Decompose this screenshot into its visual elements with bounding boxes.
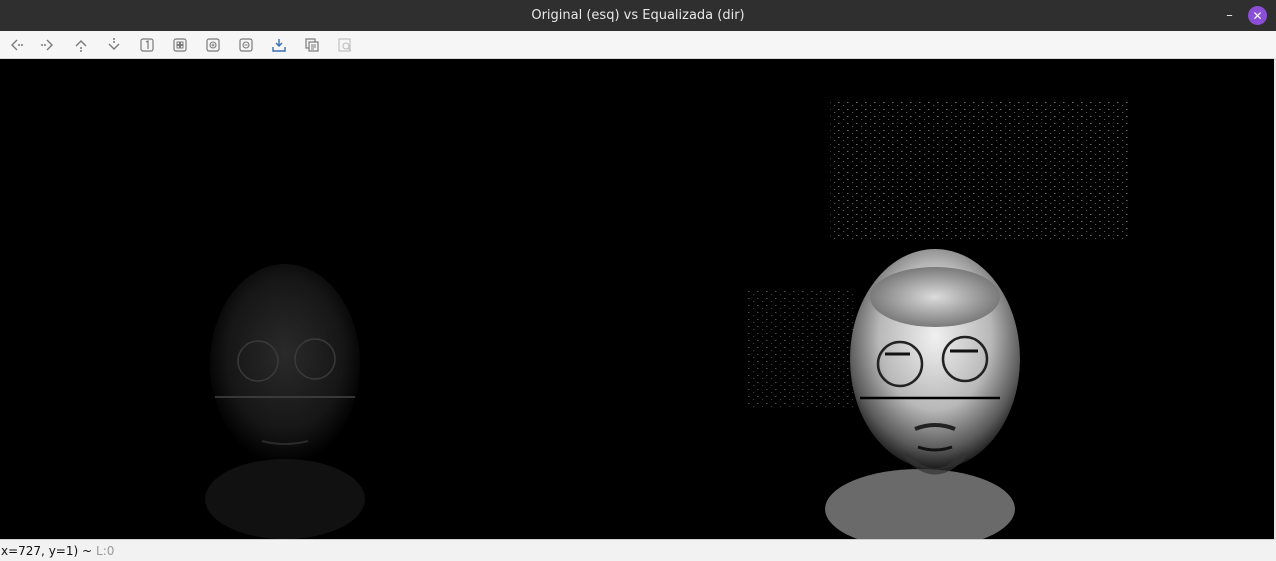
save-icon	[272, 39, 286, 52]
pan-left-icon	[11, 39, 23, 51]
zoom-actual-size-button[interactable]	[138, 36, 156, 54]
zoom-fit-button[interactable]	[171, 36, 189, 54]
image-view	[205, 99, 1130, 539]
equalized-image	[745, 99, 1130, 539]
properties-icon	[338, 38, 352, 52]
properties-button[interactable]	[336, 36, 354, 54]
pan-right-button[interactable]	[39, 36, 57, 54]
pan-right-icon	[41, 39, 53, 51]
zoom-in-button[interactable]	[204, 36, 222, 54]
status-bar: x=727, y=1) ~ L:0	[0, 539, 1276, 561]
window-titlebar: Original (esq) vs Equalizada (dir) – ✕	[0, 0, 1276, 31]
minimize-icon: –	[1226, 8, 1233, 23]
pan-up-button[interactable]	[72, 36, 90, 54]
minimize-button[interactable]: –	[1220, 6, 1239, 25]
close-icon: ✕	[1252, 8, 1263, 23]
pan-up-icon	[75, 40, 87, 52]
zoom-actual-size-icon	[140, 38, 154, 52]
cursor-coordinates: x=727, y=1) ~	[1, 543, 93, 558]
save-button[interactable]	[270, 36, 288, 54]
image-canvas[interactable]	[0, 59, 1274, 539]
original-image	[205, 264, 365, 539]
close-button[interactable]: ✕	[1248, 6, 1267, 25]
zoom-out-icon	[239, 38, 253, 52]
copy-button[interactable]	[303, 36, 321, 54]
image-toolbar	[0, 31, 1276, 59]
zoom-out-button[interactable]	[237, 36, 255, 54]
zoom-fit-icon	[173, 38, 187, 52]
copy-icon	[305, 38, 319, 52]
pan-down-button[interactable]	[105, 36, 123, 54]
window-title: Original (esq) vs Equalizada (dir)	[531, 8, 745, 23]
pan-left-button[interactable]	[7, 36, 25, 54]
layer-indicator: L:0	[96, 543, 115, 558]
pan-down-icon	[108, 38, 120, 50]
zoom-in-icon	[206, 38, 220, 52]
